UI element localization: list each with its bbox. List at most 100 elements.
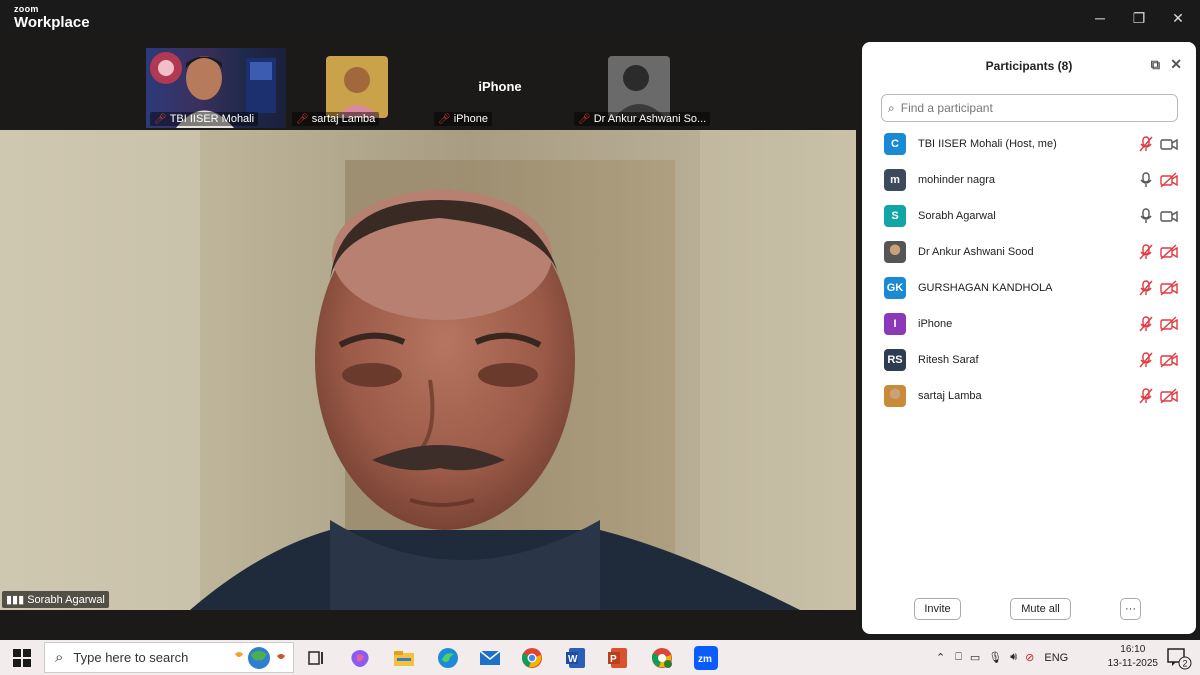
search-placeholder: Find a participant xyxy=(900,101,993,115)
mic-muted-icon[interactable] xyxy=(1138,280,1154,296)
participant-avatar: RS xyxy=(884,349,906,371)
minimize-button[interactable]: ─ xyxy=(1082,0,1118,36)
participant-avatar: S xyxy=(884,205,906,227)
taskbar-search-placeholder: Type here to search xyxy=(73,650,189,665)
pop-out-icon[interactable]: ⧉ xyxy=(1151,57,1160,73)
file-explorer-icon[interactable] xyxy=(390,644,418,672)
notification-icon[interactable]: 2 xyxy=(1166,646,1192,670)
mic-muted-icon: 🎤︎ xyxy=(154,114,167,125)
speaker-video-image xyxy=(0,130,856,610)
participant-name: sartaj Lamba xyxy=(918,390,982,402)
participant-row[interactable]: C TBI IISER Mohali (Host, me) xyxy=(862,126,1196,162)
svg-text:zm: zm xyxy=(698,654,712,665)
clock-date: 13-11-2025 xyxy=(1107,658,1158,669)
camera-icon[interactable] xyxy=(1160,208,1178,224)
participant-avatar xyxy=(884,241,906,263)
task-view-icon[interactable] xyxy=(302,644,330,672)
participant-row[interactable]: m mohinder nagra xyxy=(862,162,1196,198)
thumb-name: sartaj Lamba xyxy=(311,113,376,125)
meeting-stage: 🎤︎ TBI IISER Mohali 🎤︎ sartaj Lamba iPhone… xyxy=(0,38,860,638)
participant-row[interactable]: S Sorabh Agarwal xyxy=(862,198,1196,234)
onedrive-icon[interactable]: ⎕ xyxy=(955,651,962,664)
thumbnail-strip: 🎤︎ TBI IISER Mohali 🎤︎ sartaj Lamba iPhone… xyxy=(146,48,710,128)
participant-avatar: GK xyxy=(884,277,906,299)
participant-row[interactable]: sartaj Lamba xyxy=(862,378,1196,414)
taskbar-search-input[interactable]: ⌕ Type here to search xyxy=(44,642,294,673)
participants-panel: Participants (8) ⧉ ✕ ⌕ Find a participan… xyxy=(862,42,1196,634)
language-indicator[interactable]: ENG xyxy=(1044,652,1068,664)
mic-muted-icon[interactable] xyxy=(1138,352,1154,368)
camera-icon[interactable] xyxy=(1160,136,1178,152)
participant-avatar: m xyxy=(884,169,906,191)
speaker-label: ▮▮▮ Sorabh Agarwal xyxy=(2,591,109,608)
mic-muted-icon: 🎤︎ xyxy=(438,114,451,125)
camera-off-icon[interactable] xyxy=(1160,172,1178,188)
participant-name: iPhone xyxy=(918,318,953,330)
clock-time: 16:10 xyxy=(1120,644,1146,655)
svg-text:P: P xyxy=(610,654,617,665)
camera-off-icon[interactable] xyxy=(1160,316,1178,332)
participant-search-input[interactable]: ⌕ Find a participant xyxy=(881,94,1178,122)
panel-header: Participants (8) ⧉ ✕ xyxy=(862,42,1196,90)
zoom-taskbar-icon[interactable]: zm xyxy=(692,644,720,672)
edge-icon[interactable] xyxy=(434,644,462,672)
close-panel-icon[interactable]: ✕ xyxy=(1170,56,1182,73)
mic-icon[interactable] xyxy=(1138,172,1154,188)
mic-icon[interactable] xyxy=(1138,208,1154,224)
more-button[interactable]: ··· xyxy=(1120,598,1141,620)
video-tile-tbi[interactable]: 🎤︎ TBI IISER Mohali xyxy=(146,48,286,128)
camera-off-icon[interactable] xyxy=(1160,388,1178,404)
video-tile-sartaj[interactable]: 🎤︎ sartaj Lamba xyxy=(288,48,428,128)
iphone-center-name: iPhone xyxy=(478,79,522,94)
svg-text:W: W xyxy=(568,654,578,665)
close-button[interactable]: ✕ xyxy=(1160,0,1196,36)
title-bar: zoom Workplace ─ ❐ ✕ xyxy=(0,0,1200,38)
participant-name: Sorabh Agarwal xyxy=(918,210,996,222)
participant-row[interactable]: IiPhone xyxy=(862,306,1196,342)
participant-row[interactable]: GK GURSHAGAN KANDHOLA xyxy=(862,270,1196,306)
video-tile-ankur[interactable]: 🎤︎ Dr Ankur Ashwani So... xyxy=(570,48,710,128)
microphone-icon[interactable]: 🎙︎ xyxy=(988,651,1002,664)
search-icon: ⌕ xyxy=(888,100,895,115)
mute-all-button[interactable]: Mute all xyxy=(1010,598,1071,620)
thumb-name: TBI IISER Mohali xyxy=(169,113,255,125)
participant-name: Ritesh Saraf xyxy=(918,354,979,366)
powerpoint-icon[interactable]: P xyxy=(604,644,632,672)
mic-muted-icon[interactable] xyxy=(1138,316,1154,332)
participant-row[interactable]: RS Ritesh Saraf xyxy=(862,342,1196,378)
windows-start-icon[interactable] xyxy=(8,644,36,672)
chevron-up-icon[interactable]: ⌃ xyxy=(936,651,945,664)
battery-icon[interactable]: ▭ xyxy=(970,651,980,664)
copilot-icon[interactable] xyxy=(346,644,374,672)
chrome-profile-icon[interactable] xyxy=(648,644,676,672)
participant-avatar: C xyxy=(884,133,906,155)
chrome-icon[interactable] xyxy=(518,644,546,672)
participant-name: Dr Ankur Ashwani Sood xyxy=(918,246,1034,258)
thumb-label: 🎤︎ sartaj Lamba xyxy=(292,112,380,126)
mic-muted-icon: 🎤︎ xyxy=(296,114,309,125)
camera-off-icon[interactable] xyxy=(1160,244,1178,260)
participant-row[interactable]: Dr Ankur Ashwani Sood xyxy=(862,234,1196,270)
word-icon[interactable]: W xyxy=(562,644,590,672)
invite-button[interactable]: Invite xyxy=(914,598,961,620)
taskbar-clock[interactable]: 16:10 13-11-2025 xyxy=(1108,643,1158,671)
camera-off-icon[interactable] xyxy=(1160,280,1178,296)
thumb-name: iPhone xyxy=(453,113,488,125)
volume-icon[interactable]: 🔊︎ xyxy=(1010,651,1017,664)
screen-capture-icon[interactable]: ⊘ xyxy=(1025,651,1034,664)
active-speaker-video: ▮▮▮ Sorabh Agarwal xyxy=(0,130,856,610)
participant-list: C TBI IISER Mohali (Host, me) m mohinder na… xyxy=(862,126,1196,414)
thumb-label: 🎤︎ iPhone xyxy=(434,112,492,126)
participant-name: TBI IISER Mohali (Host, me) xyxy=(918,138,1057,150)
mic-muted-icon[interactable] xyxy=(1138,244,1154,260)
windows-taskbar: ⌕ Type here to search W P zm ⌃ ⎕ ▭ 🎙︎ 🔊︎… xyxy=(0,640,1200,675)
mic-muted-icon[interactable] xyxy=(1138,388,1154,404)
mic-muted-icon[interactable] xyxy=(1138,136,1154,152)
camera-off-icon[interactable] xyxy=(1160,352,1178,368)
search-icon: ⌕ xyxy=(55,649,64,666)
restore-button[interactable]: ❐ xyxy=(1121,0,1157,36)
mail-icon[interactable] xyxy=(476,644,504,672)
panel-title: Participants (8) xyxy=(985,59,1073,73)
video-tile-iphone[interactable]: iPhone 🎤︎ iPhone xyxy=(430,48,570,128)
panel-footer: Invite Mute all ··· xyxy=(862,598,1196,620)
